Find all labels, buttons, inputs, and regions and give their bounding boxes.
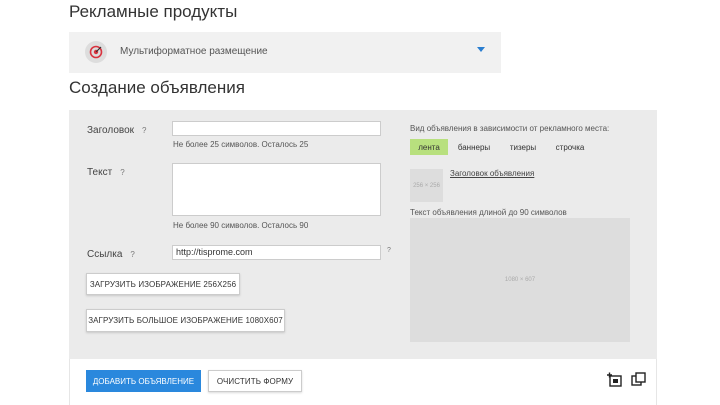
text-label-text: Текст	[87, 167, 113, 178]
target-icon	[85, 41, 107, 63]
text-hint: Не более 90 символов. Осталось 90	[173, 221, 309, 230]
preview-thumbnail: 256 × 256	[410, 169, 443, 202]
tab-banners[interactable]: баннеры	[452, 139, 496, 155]
title-label: Заголовок?	[87, 125, 146, 136]
form-actions: ДОБАВИТЬ ОБЪЯВЛЕНИЕ ОЧИСТИТЬ ФОРМУ	[69, 359, 657, 405]
help-icon[interactable]: ?	[130, 250, 134, 259]
product-select-value: Мультиформатное размещение	[120, 46, 268, 57]
title-hint: Не более 25 символов. Осталось 25	[173, 140, 309, 149]
add-ad-button[interactable]: ДОБАВИТЬ ОБЪЯВЛЕНИЕ	[86, 370, 201, 392]
text-textarea[interactable]	[172, 163, 381, 216]
ad-form-panel: Заголовок? Не более 25 символов. Осталос…	[69, 110, 657, 359]
tab-teasers[interactable]: тизеры	[501, 139, 545, 155]
preview-headline: Заголовок объявления	[450, 169, 535, 178]
add-image-icon[interactable]	[606, 371, 623, 388]
title-input[interactable]	[172, 121, 381, 136]
upload-image-button[interactable]: ЗАГРУЗИТЬ ИЗОБРАЖЕНИЕ 256X256	[86, 273, 240, 295]
preview-text: Текст объявления длиной до 90 символов	[410, 208, 567, 217]
link-input[interactable]: http://tisprome.com	[172, 245, 381, 260]
help-icon[interactable]: ?	[142, 126, 146, 135]
section-title-create: Создание объявления	[69, 78, 245, 97]
tab-line[interactable]: строчка	[548, 139, 592, 155]
text-label: Текст?	[87, 167, 125, 178]
copy-icon[interactable]	[630, 371, 647, 388]
tab-feed[interactable]: лента	[410, 139, 448, 155]
help-icon[interactable]: ?	[387, 247, 391, 254]
help-icon[interactable]: ?	[120, 168, 124, 177]
clear-form-button[interactable]: ОЧИСТИТЬ ФОРМУ	[208, 370, 302, 392]
product-select[interactable]: Мультиформатное размещение	[69, 32, 501, 73]
chevron-down-icon[interactable]	[477, 47, 485, 52]
link-label: Ссылка?	[87, 249, 135, 260]
preview-title: Вид объявления в зависимости от рекламно…	[410, 124, 610, 133]
preview-big-image: 1080 × 607	[410, 218, 630, 342]
link-label-text: Ссылка	[87, 249, 123, 260]
upload-big-image-button[interactable]: ЗАГРУЗИТЬ БОЛЬШОЕ ИЗОБРАЖЕНИЕ 1080X607	[86, 309, 285, 332]
title-label-text: Заголовок	[87, 125, 135, 136]
section-title-products: Рекламные продукты	[69, 2, 238, 21]
